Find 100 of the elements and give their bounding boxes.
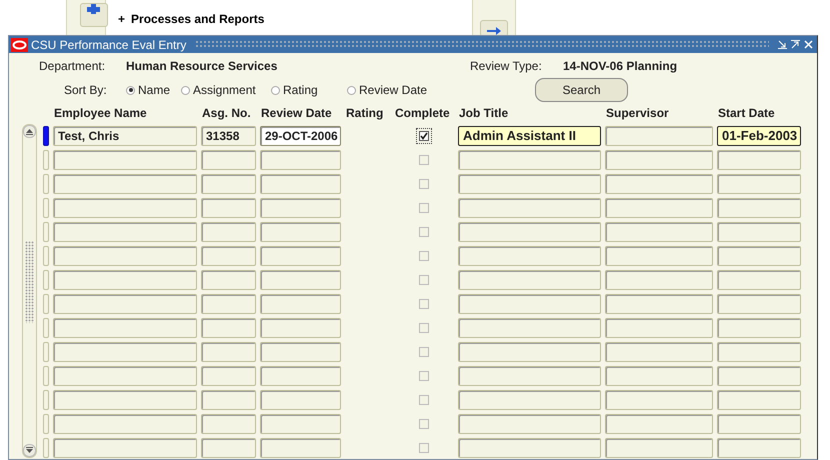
job-title-field[interactable]: [458, 174, 601, 194]
close-icon[interactable]: [804, 40, 813, 49]
scroll-down-icon[interactable]: [23, 444, 36, 457]
start-date-field[interactable]: [717, 318, 801, 338]
start-date-field[interactable]: [717, 438, 801, 458]
supervisor-field[interactable]: [605, 174, 713, 194]
complete-checkbox[interactable]: [419, 347, 429, 357]
asg-no-field[interactable]: [201, 198, 256, 218]
start-date-field[interactable]: [717, 198, 801, 218]
asg-no-field[interactable]: [201, 150, 256, 170]
employee-name-field[interactable]: [53, 174, 197, 194]
employee-name-field[interactable]: [53, 318, 197, 338]
asg-no-field[interactable]: [201, 438, 256, 458]
review-date-field[interactable]: [260, 174, 341, 194]
employee-name-field[interactable]: [53, 414, 197, 434]
asg-no-field[interactable]: [201, 174, 256, 194]
review-date-field[interactable]: [260, 294, 341, 314]
review-date-field[interactable]: [260, 222, 341, 242]
employee-name-field[interactable]: [53, 150, 197, 170]
start-date-field[interactable]: [717, 270, 801, 290]
job-title-field[interactable]: [458, 270, 601, 290]
asg-no-field[interactable]: [201, 390, 256, 410]
supervisor-field[interactable]: [605, 318, 713, 338]
complete-checkbox[interactable]: [419, 227, 429, 237]
review-date-field[interactable]: [260, 198, 341, 218]
review-date-field[interactable]: [260, 318, 341, 338]
supervisor-field[interactable]: [605, 294, 713, 314]
job-title-field[interactable]: [458, 414, 601, 434]
employee-name-field[interactable]: [53, 390, 197, 410]
supervisor-field[interactable]: [605, 150, 713, 170]
supervisor-field[interactable]: [605, 342, 713, 362]
start-date-field[interactable]: [717, 222, 801, 242]
review-date-field[interactable]: [260, 246, 341, 266]
complete-checkbox[interactable]: [419, 155, 429, 165]
employee-name-field[interactable]: [53, 294, 197, 314]
review-date-field[interactable]: [260, 342, 341, 362]
asg-no-field[interactable]: [201, 246, 256, 266]
complete-checkbox[interactable]: [419, 443, 429, 453]
review-date-field[interactable]: [260, 270, 341, 290]
supervisor-field[interactable]: [605, 270, 713, 290]
job-title-field[interactable]: [458, 150, 601, 170]
supervisor-field[interactable]: [605, 390, 713, 410]
job-title-field[interactable]: [458, 438, 601, 458]
asg-no-field[interactable]: [201, 366, 256, 386]
supervisor-field[interactable]: [605, 366, 713, 386]
review-date-field[interactable]: [260, 438, 341, 458]
complete-checkbox[interactable]: [419, 203, 429, 213]
asg-no-field[interactable]: [201, 222, 256, 242]
employee-name-field[interactable]: [53, 366, 197, 386]
start-date-field[interactable]: [717, 174, 801, 194]
radio-button[interactable]: [271, 86, 280, 94]
asg-no-field[interactable]: [201, 294, 256, 314]
job-title-field[interactable]: [458, 198, 601, 218]
review-date-field[interactable]: [260, 390, 341, 410]
scroll-up-icon[interactable]: [23, 125, 36, 138]
complete-checkbox[interactable]: [419, 323, 429, 333]
search-button[interactable]: Search: [535, 78, 628, 102]
start-date-field[interactable]: [717, 294, 801, 314]
review-date-field[interactable]: [260, 150, 341, 170]
row-indicator[interactable]: [43, 126, 49, 146]
job-title-field[interactable]: [458, 318, 601, 338]
asg-no-field[interactable]: [201, 414, 256, 434]
employee-name-field[interactable]: [53, 198, 197, 218]
start-date-field[interactable]: [717, 390, 801, 410]
complete-checkbox[interactable]: [419, 299, 429, 309]
supervisor-field[interactable]: [605, 246, 713, 266]
scroll-grip[interactable]: [25, 241, 34, 323]
job-title-field[interactable]: Admin Assistant II: [458, 126, 601, 146]
supervisor-field[interactable]: [605, 198, 713, 218]
start-date-field[interactable]: [717, 342, 801, 362]
expand-button[interactable]: [80, 3, 108, 27]
job-title-field[interactable]: [458, 294, 601, 314]
maximize-icon[interactable]: [791, 40, 800, 49]
supervisor-field[interactable]: [605, 414, 713, 434]
job-title-field[interactable]: [458, 222, 601, 242]
review-date-field[interactable]: [260, 366, 341, 386]
complete-checkbox[interactable]: [419, 371, 429, 381]
employee-name-field[interactable]: [53, 222, 197, 242]
employee-name-field[interactable]: [53, 438, 197, 458]
start-date-field[interactable]: [717, 150, 801, 170]
asg-no-field[interactable]: 31358: [201, 126, 256, 146]
radio-button[interactable]: [181, 86, 190, 94]
minimize-icon[interactable]: [778, 40, 787, 49]
review-date-field[interactable]: [260, 414, 341, 434]
employee-name-field[interactable]: [53, 270, 197, 290]
job-title-field[interactable]: [458, 390, 601, 410]
complete-checkbox[interactable]: [419, 419, 429, 429]
complete-checkbox[interactable]: [419, 251, 429, 261]
asg-no-field[interactable]: [201, 270, 256, 290]
start-date-field[interactable]: 01-Feb-2003: [717, 126, 801, 146]
asg-no-field[interactable]: [201, 318, 256, 338]
job-title-field[interactable]: [458, 342, 601, 362]
review-date-field[interactable]: 29-OCT-2006: [260, 126, 341, 146]
complete-checkbox[interactable]: [419, 275, 429, 285]
asg-no-field[interactable]: [201, 342, 256, 362]
supervisor-field[interactable]: [605, 126, 713, 146]
start-date-field[interactable]: [717, 366, 801, 386]
complete-checkbox[interactable]: [419, 395, 429, 405]
supervisor-field[interactable]: [605, 438, 713, 458]
employee-name-field[interactable]: [53, 342, 197, 362]
